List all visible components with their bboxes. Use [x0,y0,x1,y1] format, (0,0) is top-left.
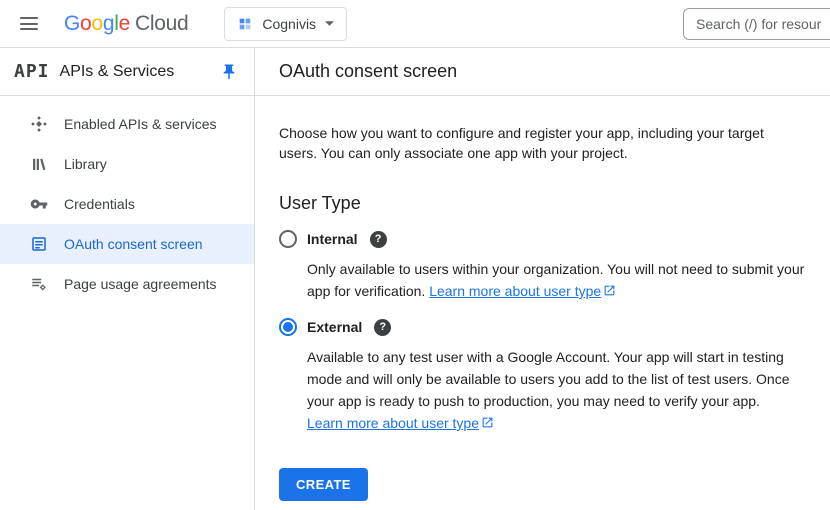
sidebar-nav: Enabled APIs & services Library Credenti… [0,96,254,304]
external-description-text: Available to any test user with a Google… [307,349,790,409]
top-bar: Google Cloud Cognivis [0,0,830,48]
sidebar-item-label: Enabled APIs & services [64,116,217,132]
intro-text: Choose how you want to configure and reg… [279,123,784,163]
page-title: OAuth consent screen [255,48,830,96]
project-selector[interactable]: Cognivis [224,7,347,41]
external-label: External [307,319,362,335]
library-icon [30,155,48,173]
sidebar-item-label: OAuth consent screen [64,236,203,252]
user-type-option-internal: Internal ? Only available to users withi… [279,230,806,302]
help-icon[interactable]: ? [370,231,387,248]
content-area: API APIs & Services Enabled APIs & servi… [0,48,830,510]
cloud-logo-word: Cloud [135,12,188,36]
project-name: Cognivis [262,16,316,32]
sidebar-header: API APIs & Services [0,48,254,96]
user-type-option-external: External ? Available to any test user wi… [279,318,806,434]
help-icon[interactable]: ? [374,319,391,336]
enabled-apis-icon [30,115,48,133]
learn-more-label: Learn more about user type [429,283,601,299]
create-button[interactable]: CREATE [279,468,368,501]
external-radio[interactable] [279,318,297,336]
sidebar: API APIs & Services Enabled APIs & servi… [0,48,255,510]
google-cloud-logo[interactable]: Google Cloud [64,12,188,36]
learn-more-label: Learn more about user type [307,415,479,431]
api-logo: API [14,61,50,82]
main-panel: OAuth consent screen Choose how you want… [255,48,830,510]
search-input[interactable] [683,8,830,40]
sidebar-item-label: Credentials [64,196,135,212]
google-logo-word: Google [64,12,130,36]
internal-description: Only available to users within your orga… [307,258,806,302]
external-link-icon [481,416,494,429]
user-type-heading: User Type [279,193,806,214]
sidebar-item-credentials[interactable]: Credentials [0,184,254,224]
internal-radio[interactable] [279,230,297,248]
pin-icon[interactable] [218,61,240,83]
internal-label: Internal [307,231,358,247]
external-description: Available to any test user with a Google… [307,346,806,434]
project-icon [237,16,253,32]
key-icon [30,195,48,213]
sidebar-item-page-usage-agreements[interactable]: Page usage agreements [0,264,254,304]
consent-screen-icon [30,235,48,253]
internal-learn-more-link[interactable]: Learn more about user type [429,283,616,299]
sidebar-item-label: Library [64,156,107,172]
external-link-icon [603,284,616,297]
sidebar-title: APIs & Services [60,63,208,81]
agreements-icon [30,275,48,293]
menu-icon[interactable] [20,17,38,30]
sidebar-item-library[interactable]: Library [0,144,254,184]
sidebar-item-label: Page usage agreements [64,276,217,292]
main-body: Choose how you want to configure and reg… [255,96,830,501]
chevron-down-icon [325,21,334,26]
sidebar-item-oauth-consent-screen[interactable]: OAuth consent screen [0,224,254,264]
sidebar-item-enabled-apis[interactable]: Enabled APIs & services [0,104,254,144]
external-learn-more-link[interactable]: Learn more about user type [307,415,494,431]
